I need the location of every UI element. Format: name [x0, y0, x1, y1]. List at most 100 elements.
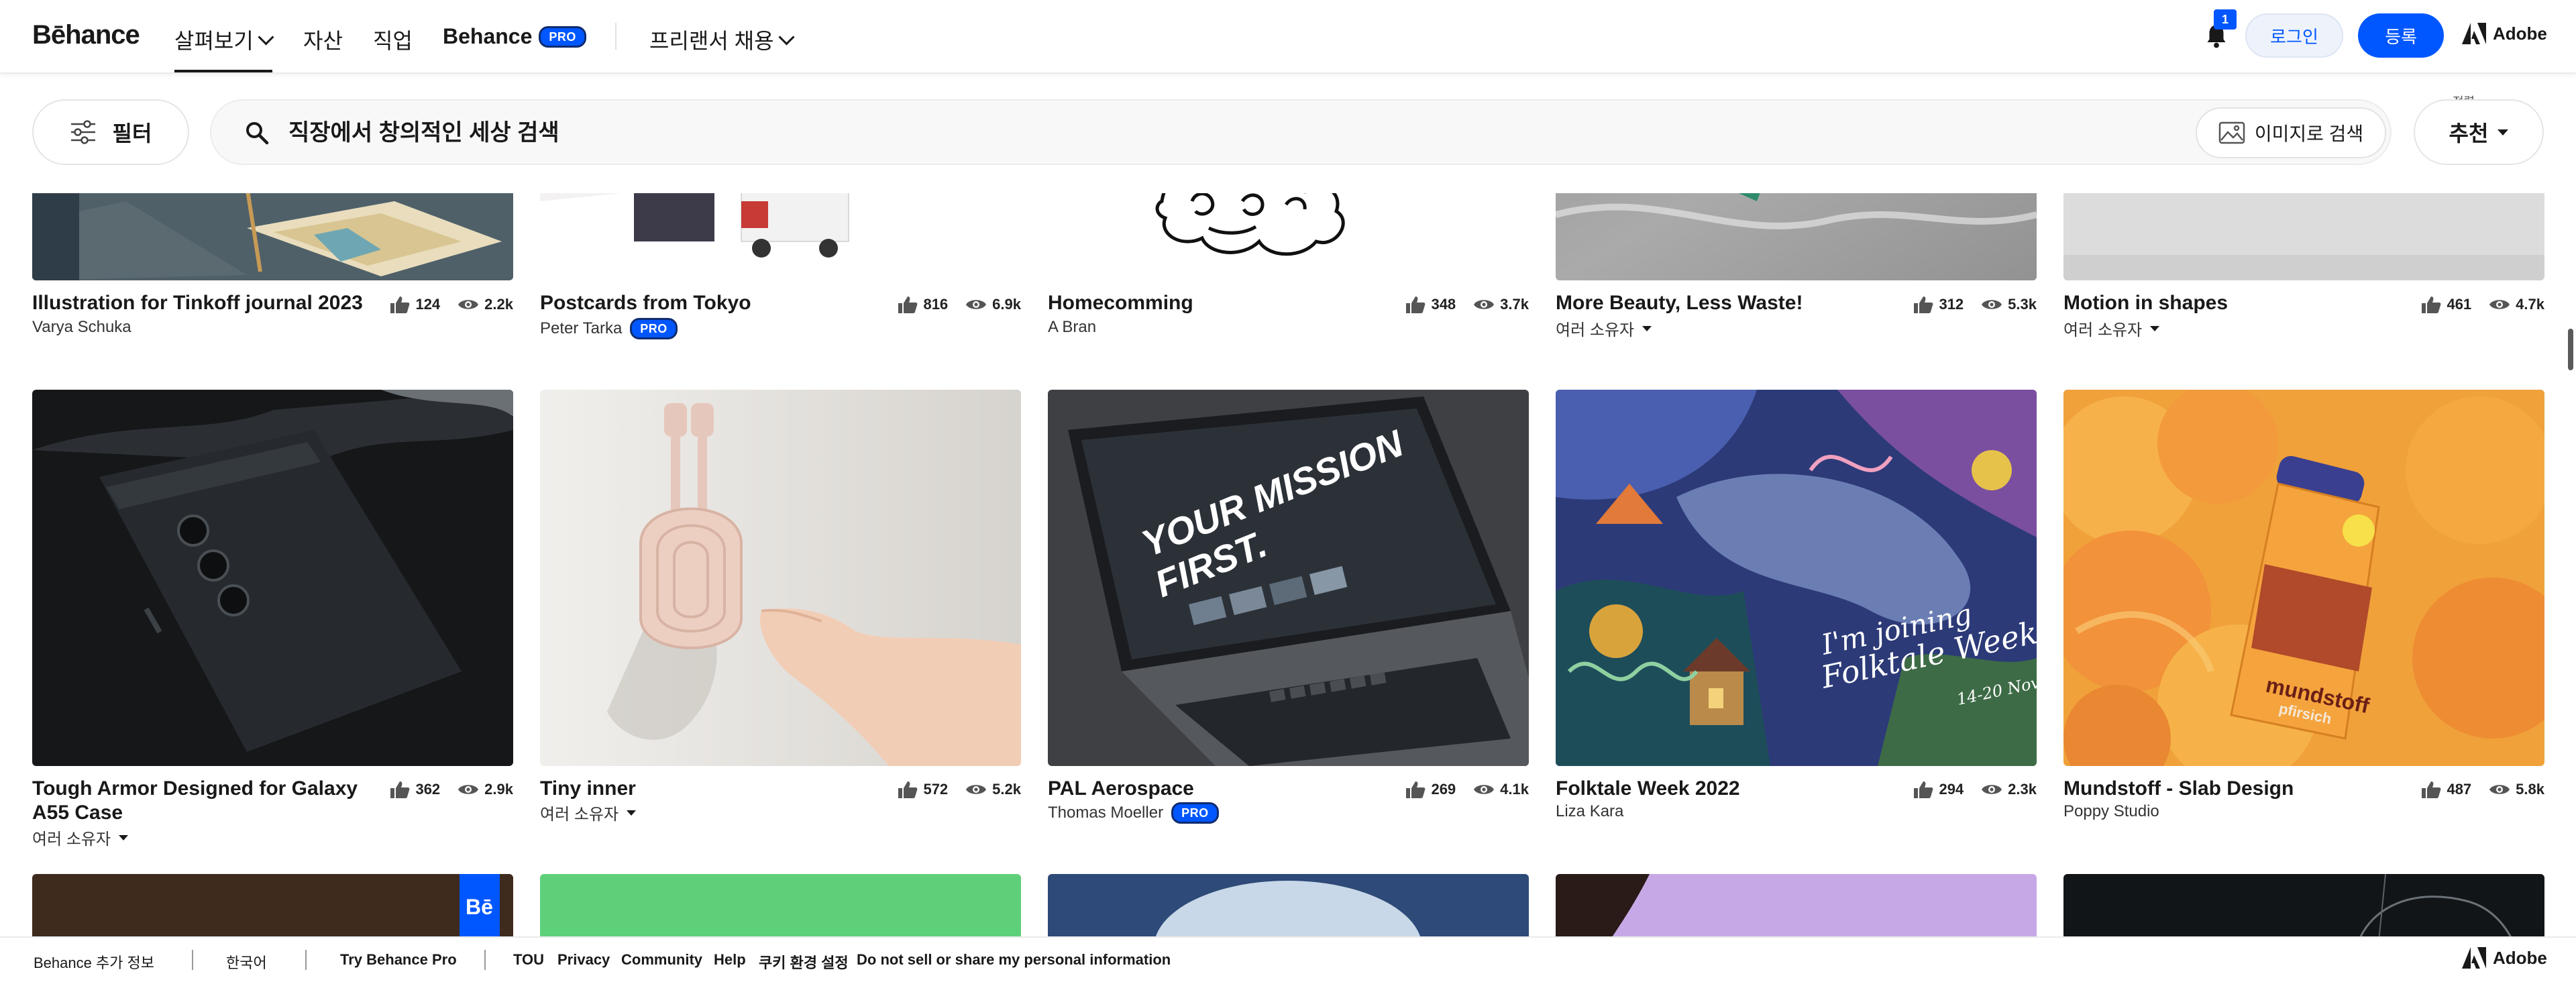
thumbs-up-icon [1914, 296, 1933, 313]
page-scrollbar-thumb[interactable] [2568, 329, 2573, 370]
nav-explore[interactable]: 살펴보기 [174, 24, 274, 55]
project-title[interactable]: Mundstoff - Slab Design [2063, 777, 2294, 801]
project-thumbnail[interactable]: mundstoff pfirsich [2063, 390, 2544, 766]
views-stat: 5.2k [965, 781, 1021, 798]
nav-hire-label: 프리랜서 채용 [649, 29, 774, 53]
eye-icon [1982, 300, 2002, 309]
footer-help[interactable]: Help [714, 951, 746, 969]
footer-privacy[interactable]: Privacy [557, 951, 610, 969]
views-stat: 5.3k [1981, 296, 2037, 313]
project-thumbnail[interactable] [1556, 874, 2037, 941]
likes-stat: 816 [898, 295, 948, 314]
likes-count: 348 [1431, 296, 1456, 313]
views-count: 2.3k [2008, 781, 2037, 798]
nav-behance-pro[interactable]: Behance PRO [443, 24, 586, 49]
project-title[interactable]: PAL Aerospace [1048, 777, 1194, 801]
project-owner[interactable]: Peter Tarka PRO [540, 318, 678, 339]
project-thumbnail[interactable] [32, 390, 513, 766]
thumbs-up-icon [390, 781, 410, 798]
views-stat: 4.7k [2489, 296, 2544, 313]
project-thumbnail[interactable]: YOUR MISSION FIRST. [1048, 390, 1529, 766]
footer-language[interactable]: 한국어 [226, 951, 267, 973]
multiple-owners-dropdown[interactable]: 여러 소유자 [540, 801, 637, 824]
project-title[interactable]: Illustration for Tinkoff journal 2023 [32, 291, 363, 315]
adobe-footer-link[interactable]: Adobe [2462, 947, 2547, 969]
search-input[interactable] [287, 115, 1631, 150]
project-title[interactable]: Motion in shapes [2063, 291, 2228, 315]
eye-icon [458, 300, 479, 309]
image-search-button[interactable]: 이미지로 검색 [2196, 107, 2386, 158]
likes-stat: 124 [390, 295, 440, 314]
project-thumbnail[interactable] [540, 390, 1021, 766]
owner-name[interactable]: Peter Tarka [540, 319, 622, 338]
views-stat: 6.9k [965, 296, 1021, 313]
views-count: 5.2k [992, 781, 1021, 798]
thumbs-up-icon [2422, 781, 2441, 798]
project-owner[interactable]: Poppy Studio [2063, 802, 2159, 821]
project-title[interactable]: Postcards from Tokyo [540, 291, 751, 315]
project-title[interactable]: Homecomming [1048, 291, 1193, 315]
owner-name: 여러 소유자 [540, 806, 619, 824]
views-stat: 3.7k [1473, 296, 1529, 313]
eye-icon [966, 300, 987, 309]
views-count: 3.7k [1500, 296, 1529, 313]
behance-logo[interactable]: Bēhance [32, 20, 140, 50]
project-thumbnail[interactable] [1048, 874, 1529, 941]
footer-more-info[interactable]: Behance 추가 정보 [34, 951, 154, 973]
project-thumbnail[interactable]: Bē [32, 874, 513, 941]
filter-button[interactable]: 필터 [32, 99, 189, 165]
brown-thumbnail-image: Bē [32, 874, 513, 941]
project-title[interactable]: More Beauty, Less Waste! [1556, 291, 1803, 315]
footer-cookies[interactable]: 쿠키 환경 설정 [759, 951, 849, 973]
views-stat: 5.8k [2489, 781, 2544, 798]
project-owner[interactable]: Liza Kara [1556, 802, 1623, 821]
signup-button[interactable]: 등록 [2358, 13, 2444, 58]
project-owner[interactable]: Thomas Moeller PRO [1048, 802, 1219, 824]
sort-value: 추천 [2449, 121, 2489, 146]
project-owner[interactable]: A Bran [1048, 318, 1096, 337]
likes-count: 461 [2447, 296, 2472, 313]
owner-name[interactable]: Thomas Moeller [1048, 804, 1163, 822]
image-search-label: 이미지로 검색 [2254, 123, 2364, 144]
owner-name: 여러 소유자 [1556, 321, 1635, 339]
multiple-owners-dropdown[interactable]: 여러 소유자 [1556, 317, 1652, 340]
tiny-inner-image [540, 390, 1021, 766]
owner-name: 여러 소유자 [2063, 321, 2143, 339]
sort-dropdown[interactable]: 추천 [2414, 99, 2544, 165]
active-tab-indicator [174, 70, 272, 72]
adobe-link[interactable]: Adobe [2462, 23, 2547, 44]
project-title[interactable]: Tiny inner [540, 777, 636, 801]
footer-do-not-sell[interactable]: Do not sell or share my personal informa… [857, 951, 1171, 969]
moon-thumbnail-image [1048, 874, 1529, 941]
project-stats: 294 2.3k [1913, 780, 2037, 799]
project-thumbnail[interactable] [540, 874, 1021, 941]
footer-bar: Behance 추가 정보 한국어 Try Behance Pro TOU Pr… [0, 936, 2576, 982]
likes-stat: 312 [1913, 295, 1964, 314]
project-stats: 362 2.9k [390, 780, 513, 799]
search-toolbar: 필터 이미지로 검색 정렬 추천 [0, 74, 2576, 193]
multiple-owners-dropdown[interactable]: 여러 소유자 [32, 826, 129, 849]
likes-count: 487 [2447, 781, 2472, 798]
project-owner[interactable]: Varya Schuka [32, 318, 131, 337]
nav-jobs[interactable]: 직업 [373, 24, 413, 55]
project-stats: 816 6.9k [898, 295, 1021, 314]
project-thumbnail[interactable]: I'm joining Folktale Week 14-20 Nov [1556, 390, 2037, 766]
project-thumbnail[interactable] [2063, 874, 2544, 941]
pal-aerospace-laptop-image: YOUR MISSION FIRST. [1048, 390, 1529, 766]
project-stats: 269 4.1k [1405, 780, 1529, 799]
project-stats: 572 5.2k [898, 780, 1021, 799]
project-title[interactable]: Folktale Week 2022 [1556, 777, 1740, 801]
footer-tou[interactable]: TOU [513, 951, 544, 969]
caret-down-icon [119, 834, 129, 840]
footer-try-pro[interactable]: Try Behance Pro [340, 951, 457, 969]
login-button[interactable]: 로그인 [2245, 13, 2343, 58]
nav-assets[interactable]: 자산 [303, 24, 343, 55]
views-stat: 2.3k [1981, 781, 2037, 798]
top-navigation: Bēhance 살펴보기 자산 직업 Behance PRO 프리랜서 채용 1… [0, 0, 2576, 74]
footer-divider [484, 950, 486, 970]
project-title[interactable]: Tough Armor Designed for Galaxy A55 Case [32, 777, 368, 825]
multiple-owners-dropdown[interactable]: 여러 소유자 [2063, 317, 2160, 340]
nav-hire-freelancers[interactable]: 프리랜서 채용 [649, 24, 795, 55]
galaxy-case-image [32, 390, 513, 766]
footer-community[interactable]: Community [621, 951, 702, 969]
